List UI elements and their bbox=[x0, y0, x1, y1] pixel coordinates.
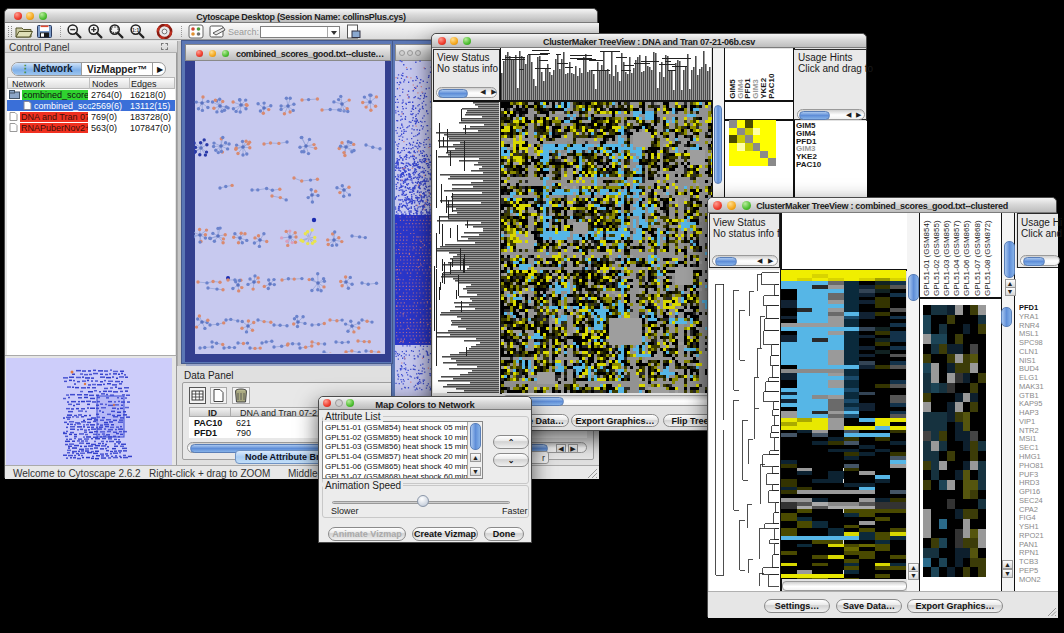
svg-text:1:1: 1:1 bbox=[132, 27, 139, 33]
